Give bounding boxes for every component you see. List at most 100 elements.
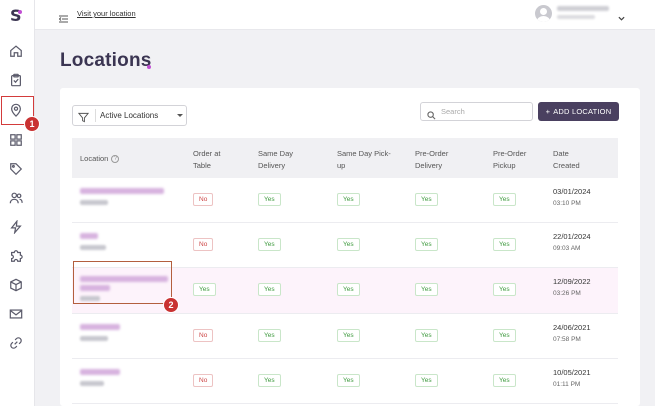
header-line: Date xyxy=(553,149,569,158)
filter-value: Active Locations xyxy=(100,111,159,120)
help-icon[interactable]: ? xyxy=(111,155,120,164)
location-address-redacted xyxy=(80,381,104,386)
location-name-redacted[interactable] xyxy=(80,233,98,239)
same-day-pickup-badge: Yes xyxy=(337,193,360,206)
header-date-created: Date Created xyxy=(553,148,580,172)
header-pre-order-delivery: Pre-Order Delivery xyxy=(415,148,448,172)
search-placeholder: Search xyxy=(441,107,465,116)
visit-location-link[interactable]: Visit your location xyxy=(77,9,136,18)
header-line: Delivery xyxy=(415,161,443,170)
header-line: Same Day xyxy=(258,149,294,158)
filter-divider xyxy=(95,109,96,122)
header-line: Table xyxy=(193,161,211,170)
top-bar: Visit your location xyxy=(35,0,655,30)
time-created: 07:58 PM xyxy=(553,336,581,343)
date-created: 22/01/2024 xyxy=(553,232,591,241)
caret-down-icon xyxy=(177,114,183,117)
add-location-label: ADD LOCATION xyxy=(553,107,612,116)
pre-order-delivery-badge: Yes xyxy=(415,283,438,296)
time-created: 01:11 PM xyxy=(553,381,581,388)
pre-order-delivery-badge: Yes xyxy=(415,329,438,342)
table-row[interactable]: No Yes Yes Yes Yes 24/06/2021 07:58 PM xyxy=(72,314,618,359)
add-location-button[interactable]: + ADD LOCATION xyxy=(538,102,619,121)
search-icon xyxy=(427,107,436,120)
location-address-redacted xyxy=(80,200,108,205)
table-row[interactable]: No Yes Yes Yes Yes 10/05/2021 01:11 PM xyxy=(72,359,618,404)
time-created: 03:26 PM xyxy=(553,290,581,297)
app-logo[interactable]: S xyxy=(10,6,22,25)
annotation-marker-2: 2 xyxy=(163,297,179,313)
header-same-day-delivery: Same Day Delivery xyxy=(258,148,293,172)
order-at-table-badge: Yes xyxy=(193,283,216,296)
avatar[interactable] xyxy=(535,5,552,22)
header-same-day-pickup: Same Day Pick- up xyxy=(337,148,391,172)
same-day-delivery-badge: Yes xyxy=(258,193,281,206)
location-name-redacted[interactable] xyxy=(80,369,120,375)
header-line: Created xyxy=(553,161,580,170)
order-at-table-badge: No xyxy=(193,193,214,206)
plus-icon: + xyxy=(545,107,551,116)
annotation-marker-1: 1 xyxy=(24,116,40,132)
date-created: 12/09/2022 xyxy=(553,277,591,286)
location-filter-select[interactable]: Active Locations xyxy=(72,105,187,126)
date-created: 10/05/2021 xyxy=(553,368,591,377)
header-line: Pre-Order xyxy=(415,149,449,158)
same-day-pickup-badge: Yes xyxy=(337,329,360,342)
clipboard-icon[interactable] xyxy=(7,71,25,89)
table-row[interactable]: No Yes Yes Yes Yes 03/01/2024 03:10 PM xyxy=(72,178,618,223)
puzzle-icon[interactable] xyxy=(7,247,25,265)
location-name-redacted[interactable] xyxy=(80,324,120,330)
sidebar: S xyxy=(0,0,35,406)
pre-order-pickup-badge: Yes xyxy=(493,329,516,342)
search-input[interactable]: Search xyxy=(420,102,533,121)
user-subtitle-redacted xyxy=(557,15,595,19)
logo-dot xyxy=(18,10,22,14)
chevron-down-icon[interactable] xyxy=(618,9,625,21)
same-day-delivery-badge: Yes xyxy=(258,283,281,296)
pre-order-pickup-badge: Yes xyxy=(493,238,516,251)
same-day-pickup-badge: Yes xyxy=(337,374,360,387)
header-location[interactable]: Location? xyxy=(80,153,120,165)
header-line: Same Day Pick- xyxy=(337,149,391,158)
link-icon[interactable] xyxy=(7,334,25,352)
pre-order-delivery-badge: Yes xyxy=(415,193,438,206)
header-line: Pickup xyxy=(493,161,516,170)
pre-order-delivery-badge: Yes xyxy=(415,374,438,387)
same-day-pickup-badge: Yes xyxy=(337,283,360,296)
page-title: Locations xyxy=(60,50,152,71)
header-line: Delivery xyxy=(258,161,286,170)
header-line: Pre-Order xyxy=(493,149,527,158)
mail-icon[interactable] xyxy=(7,305,25,323)
home-icon[interactable] xyxy=(7,42,25,60)
order-at-table-badge: No xyxy=(193,329,214,342)
filter-icon xyxy=(77,110,90,123)
menu-icon[interactable] xyxy=(58,10,68,23)
date-created: 03/01/2024 xyxy=(553,187,591,196)
location-name-redacted[interactable] xyxy=(80,188,164,194)
annotation-box-location xyxy=(73,261,172,304)
order-at-table-badge: No xyxy=(193,374,214,387)
grid-icon[interactable] xyxy=(7,131,25,149)
same-day-delivery-badge: Yes xyxy=(258,238,281,251)
lightning-icon[interactable] xyxy=(7,218,25,236)
users-icon[interactable] xyxy=(7,189,25,207)
location-address-redacted xyxy=(80,245,106,250)
user-name-redacted xyxy=(557,6,609,11)
pre-order-pickup-badge: Yes xyxy=(493,283,516,296)
pre-order-pickup-badge: Yes xyxy=(493,193,516,206)
order-at-table-badge: No xyxy=(193,238,214,251)
box-icon[interactable] xyxy=(7,276,25,294)
pre-order-pickup-badge: Yes xyxy=(493,374,516,387)
time-created: 09:03 AM xyxy=(553,245,581,252)
title-dot xyxy=(147,65,151,69)
header-location-label: Location xyxy=(80,154,109,163)
same-day-delivery-badge: Yes xyxy=(258,374,281,387)
same-day-pickup-badge: Yes xyxy=(337,238,360,251)
header-pre-order-pickup: Pre-Order Pickup xyxy=(493,148,526,172)
table-header: Location? Order at Table Same Day Delive… xyxy=(72,138,618,178)
date-created: 24/06/2021 xyxy=(553,323,591,332)
pre-order-delivery-badge: Yes xyxy=(415,238,438,251)
location-address-redacted xyxy=(80,336,108,341)
header-order-at-table: Order at Table xyxy=(193,148,221,172)
tag-icon[interactable] xyxy=(7,160,25,178)
